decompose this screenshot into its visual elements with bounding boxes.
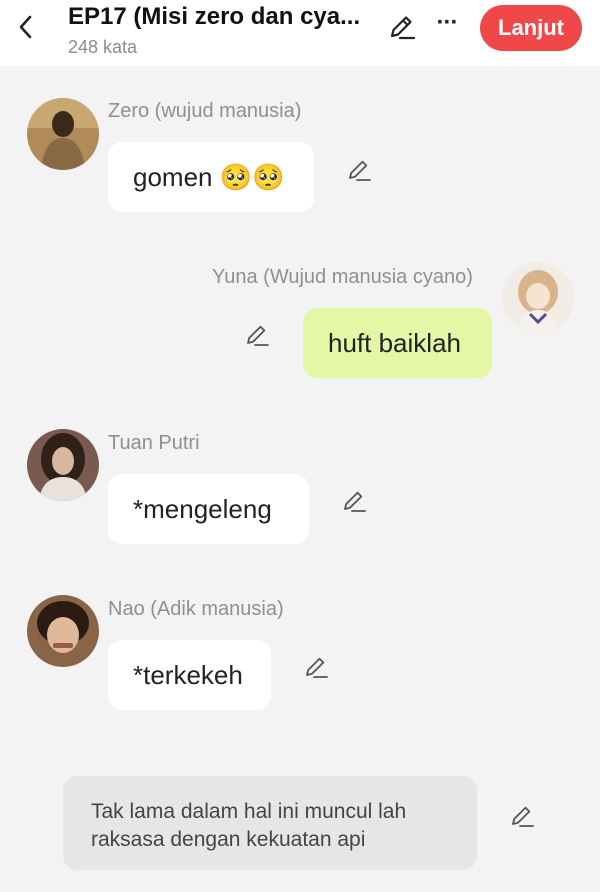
edit-narration-button[interactable] [509,802,537,830]
speaker-name: Zero (wujud manusia) [108,100,302,122]
pencil-icon [512,806,534,827]
more-menu-button[interactable]: ··· [434,8,460,38]
edit-title-button[interactable] [388,12,416,42]
word-count: 248 kata [68,37,138,57]
message-bubble[interactable]: gomen 🥺🥺 [108,142,314,212]
message-bubble[interactable]: *mengeleng [108,474,309,544]
speaker-name: Nao (Adik manusia) [108,598,284,620]
avatar-nao-image [27,595,99,667]
back-button[interactable] [14,12,40,42]
avatar-nao[interactable] [27,595,99,667]
pencil-icon [306,657,328,678]
narration-block[interactable]: Tak lama dalam hal ini muncul lah raksas… [63,776,477,870]
avatar-zero[interactable] [27,98,99,170]
page-title: EP17 (Misi zero dan cya... [68,3,361,30]
top-bar: EP17 (Misi zero dan cya... 248 kata ··· … [0,0,600,66]
pencil-icon [247,325,269,346]
message-bubble[interactable]: *terkekeh [108,640,271,710]
speaker-name: Yuna (Wujud manusia cyano) [212,266,473,288]
avatar-yuna[interactable] [502,262,574,334]
edit-message-button[interactable] [244,321,272,349]
edit-message-button[interactable] [303,653,331,681]
edit-message-button[interactable] [341,487,369,515]
pencil-icon [344,491,366,512]
message-bubble[interactable]: huft baiklah [303,308,492,378]
chevron-left-icon [19,15,32,39]
avatar-tuan-putri-image [27,429,99,501]
avatar-zero-image [27,98,99,170]
edit-message-button[interactable] [346,156,374,184]
pencil-icon [349,160,371,181]
next-button[interactable]: Lanjut [480,5,582,51]
speaker-name: Tuan Putri [108,432,200,454]
avatar-yuna-image [502,262,574,334]
avatar-tuan-putri[interactable] [27,429,99,501]
pencil-icon [390,16,416,40]
